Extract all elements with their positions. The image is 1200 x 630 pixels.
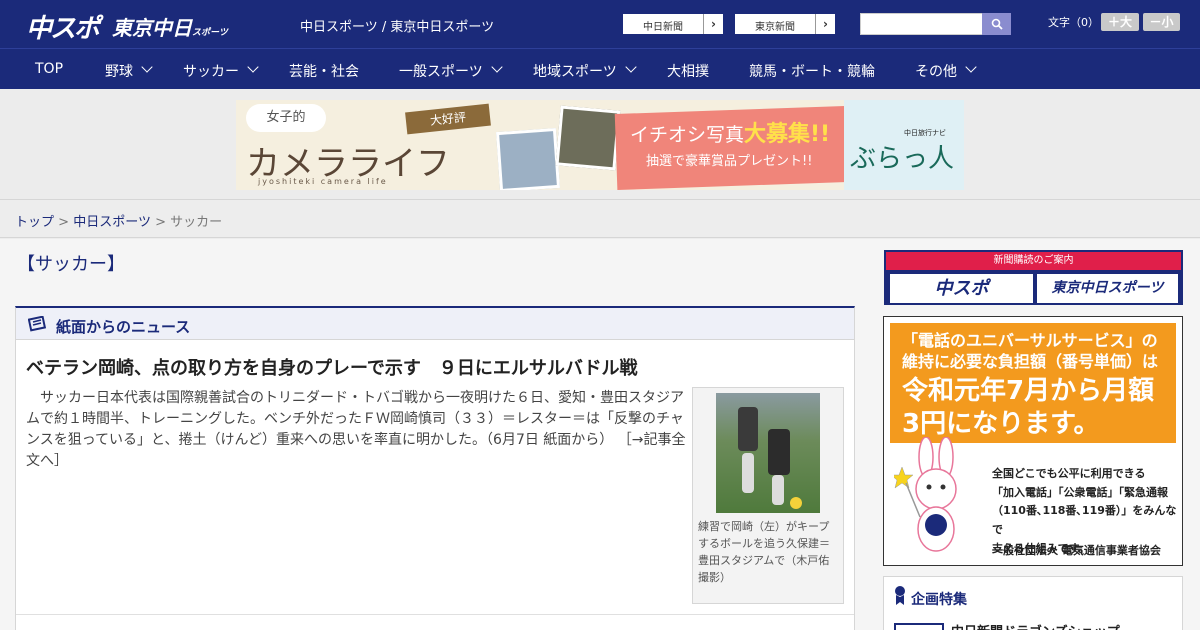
ad-info-line: （110番､118番､119番）」をみんなで bbox=[992, 504, 1177, 537]
tokyo-chunichi-logo[interactable]: 東京中日スポーツ bbox=[112, 12, 228, 41]
nav-item-top[interactable]: TOP bbox=[35, 61, 63, 77]
news-section: 紙面からのニュース ベテラン岡崎、点の取り方を自身のプレーで示す ９日にエルサル… bbox=[15, 306, 855, 630]
ad-organization: 一般社団法人 電気通信事業者協会 bbox=[992, 544, 1161, 557]
font-larger-button[interactable]: ＋大 bbox=[1101, 13, 1139, 31]
ad-info-line: 全国どこでも公平に利用できる bbox=[992, 467, 1146, 480]
chunichi-shimbun-button[interactable]: 中日新聞 › bbox=[622, 13, 724, 35]
banner-headline: イチオシ写真大募集!! bbox=[630, 116, 830, 148]
nav-item-racing[interactable]: 競馬・ボート・競輪 bbox=[749, 61, 875, 81]
dragons-shop-logo[interactable] bbox=[894, 623, 944, 630]
chuspo-logo[interactable]: 中スポ bbox=[26, 8, 100, 45]
article-photo[interactable] bbox=[716, 393, 820, 513]
banner-headline-prefix: イチオシ写真 bbox=[630, 124, 745, 146]
breadcrumb-current: サッカー bbox=[170, 215, 223, 230]
font-smaller-button[interactable]: －小 bbox=[1143, 13, 1180, 31]
banner-headline-emph: 大募集!! bbox=[744, 122, 831, 147]
subscribe-tokyo-button[interactable]: 東京中日スポーツ bbox=[1037, 274, 1178, 303]
banner-headline-sub: 抽選で豪華賞品プレゼント!! bbox=[646, 154, 813, 169]
breadcrumb: トップ > 中日スポーツ > サッカー bbox=[15, 211, 222, 230]
nav-item-baseball[interactable]: 野球 bbox=[105, 61, 133, 81]
tokyo-shimbun-button[interactable]: 東京新聞 › bbox=[734, 13, 836, 35]
ball bbox=[790, 497, 802, 509]
subscription-header: 新聞購読のご案内 bbox=[886, 252, 1181, 270]
nav-item-soccer[interactable]: サッカー bbox=[183, 61, 239, 81]
divider bbox=[16, 614, 854, 615]
nav-item-entertainment[interactable]: 芸能・社会 bbox=[289, 61, 359, 81]
header: 中スポ 東京中日スポーツ 中日スポーツ / 東京中日スポーツ 中日新聞 › 東京… bbox=[0, 0, 1200, 48]
subscribe-chuspo-button[interactable]: 中スポ bbox=[890, 274, 1033, 303]
search-icon bbox=[991, 18, 1003, 30]
banner-photo bbox=[555, 105, 621, 171]
special-features-box: 企画特集 中日新聞ドラゴンズショップ bbox=[883, 576, 1183, 630]
bunny-mascot-icon bbox=[894, 437, 957, 552]
tokyo-logo-small: スポーツ bbox=[192, 28, 228, 38]
chevron-right-icon: › bbox=[703, 14, 723, 34]
player-legs bbox=[772, 475, 784, 505]
banner-area: 女子的 カメラライフ jyoshiteki camera life 大好評 イチ… bbox=[0, 89, 1200, 200]
search-input[interactable] bbox=[860, 13, 984, 35]
chevron-right-icon: › bbox=[815, 14, 835, 34]
player-legs bbox=[742, 453, 754, 493]
camera-life-banner[interactable]: 女子的 カメラライフ jyoshiteki camera life 大好評 イチ… bbox=[236, 100, 964, 190]
banner-brand: ぶらっ人 bbox=[849, 144, 954, 174]
article-photo-box: 練習で岡崎（左）がキープするボールを追う久保建＝豊田スタジアムで（木戸佑撮影） bbox=[692, 387, 844, 604]
breadcrumb-separator: > bbox=[58, 215, 70, 230]
ad-info-line: 「加入電話」「公衆電話」「緊急通報 bbox=[992, 485, 1168, 499]
banner-brand-panel: 中日旅行ナビ ぶらっ人 bbox=[844, 100, 964, 190]
tokyo-logo-text: 東京中日 bbox=[112, 16, 192, 40]
newspaper-icon bbox=[28, 316, 47, 332]
chevron-down-icon[interactable] bbox=[625, 61, 637, 73]
article-summary: サッカー日本代表は国際親善試合のトリニダード・トバゴ戦から一夜明けた６日、愛知・… bbox=[26, 390, 684, 448]
breadcrumb-separator: > bbox=[155, 215, 166, 230]
nav-item-other[interactable]: その他 bbox=[915, 61, 957, 81]
ribbon-icon bbox=[895, 586, 905, 605]
ad-line2: 令和元年7月から月額3円になります。 bbox=[902, 376, 1155, 439]
search-button[interactable] bbox=[982, 13, 1011, 35]
banner-bubble: 女子的 bbox=[246, 104, 326, 132]
breadcrumb-chunichi-sports[interactable]: 中日スポーツ bbox=[73, 215, 151, 230]
category-title: 【サッカー】 bbox=[17, 254, 125, 275]
breadcrumb-top[interactable]: トップ bbox=[15, 215, 54, 230]
chevron-down-icon[interactable] bbox=[965, 61, 977, 73]
ad-line1: 「電話のユニバーサルサービス」の維持に必要な負担額（番号単価）は bbox=[902, 331, 1159, 371]
special-features-title: 企画特集 bbox=[911, 592, 967, 608]
breadcrumb-area: トップ > 中日スポーツ > サッカー bbox=[0, 200, 1200, 238]
photo-caption: 練習で岡崎（左）がキープするボールを追う久保建＝豊田スタジアムで（木戸佑撮影） bbox=[698, 520, 830, 585]
article-body: サッカー日本代表は国際親善試合のトリニダード・トバゴ戦から一夜明けた６日、愛知・… bbox=[26, 388, 686, 472]
nav-item-general-sports[interactable]: 一般スポーツ bbox=[399, 61, 483, 81]
news-section-title: 紙面からのニュース bbox=[56, 318, 191, 336]
font-size-label: 文字（0） bbox=[1048, 16, 1099, 29]
chunichi-shimbun-label: 中日新聞 bbox=[643, 22, 683, 33]
dragons-shop-link[interactable]: 中日新聞ドラゴンズショップ bbox=[951, 621, 1120, 630]
subscription-box: 新聞購読のご案内 中スポ 東京中日スポーツ bbox=[884, 250, 1183, 305]
banner-brand-small: 中日旅行ナビ bbox=[904, 129, 946, 137]
nav-item-sumo[interactable]: 大相撲 bbox=[667, 61, 709, 81]
player-figure bbox=[738, 407, 758, 451]
chevron-down-icon[interactable] bbox=[141, 61, 153, 73]
tokyo-shimbun-label: 東京新聞 bbox=[755, 22, 795, 33]
banner-photo bbox=[495, 127, 561, 190]
player-figure bbox=[768, 429, 790, 475]
ad-orange-panel: 「電話のユニバーサルサービス」の維持に必要な負担額（番号単価）は 令和元年7月か… bbox=[890, 323, 1176, 443]
chevron-down-icon[interactable] bbox=[247, 61, 259, 73]
chevron-down-icon[interactable] bbox=[491, 61, 503, 73]
nav-item-regional-sports[interactable]: 地域スポーツ bbox=[533, 61, 617, 81]
main-nav: TOP 野球 サッカー 芸能・社会 一般スポーツ 地域スポーツ 大相撲 競馬・ボ… bbox=[0, 48, 1200, 89]
banner-subtitle: jyoshiteki camera life bbox=[258, 177, 388, 186]
banner-tag: 大好評 bbox=[405, 103, 491, 135]
site-title[interactable]: 中日スポーツ / 東京中日スポーツ bbox=[300, 16, 494, 35]
article-title[interactable]: ベテラン岡崎、点の取り方を自身のプレーで示す ９日にエルサルバドル戦 bbox=[26, 354, 637, 380]
news-section-header: 紙面からのニュース bbox=[16, 308, 854, 340]
universal-service-ad[interactable]: 「電話のユニバーサルサービス」の維持に必要な負担額（番号単価）は 令和元年7月か… bbox=[883, 316, 1183, 566]
